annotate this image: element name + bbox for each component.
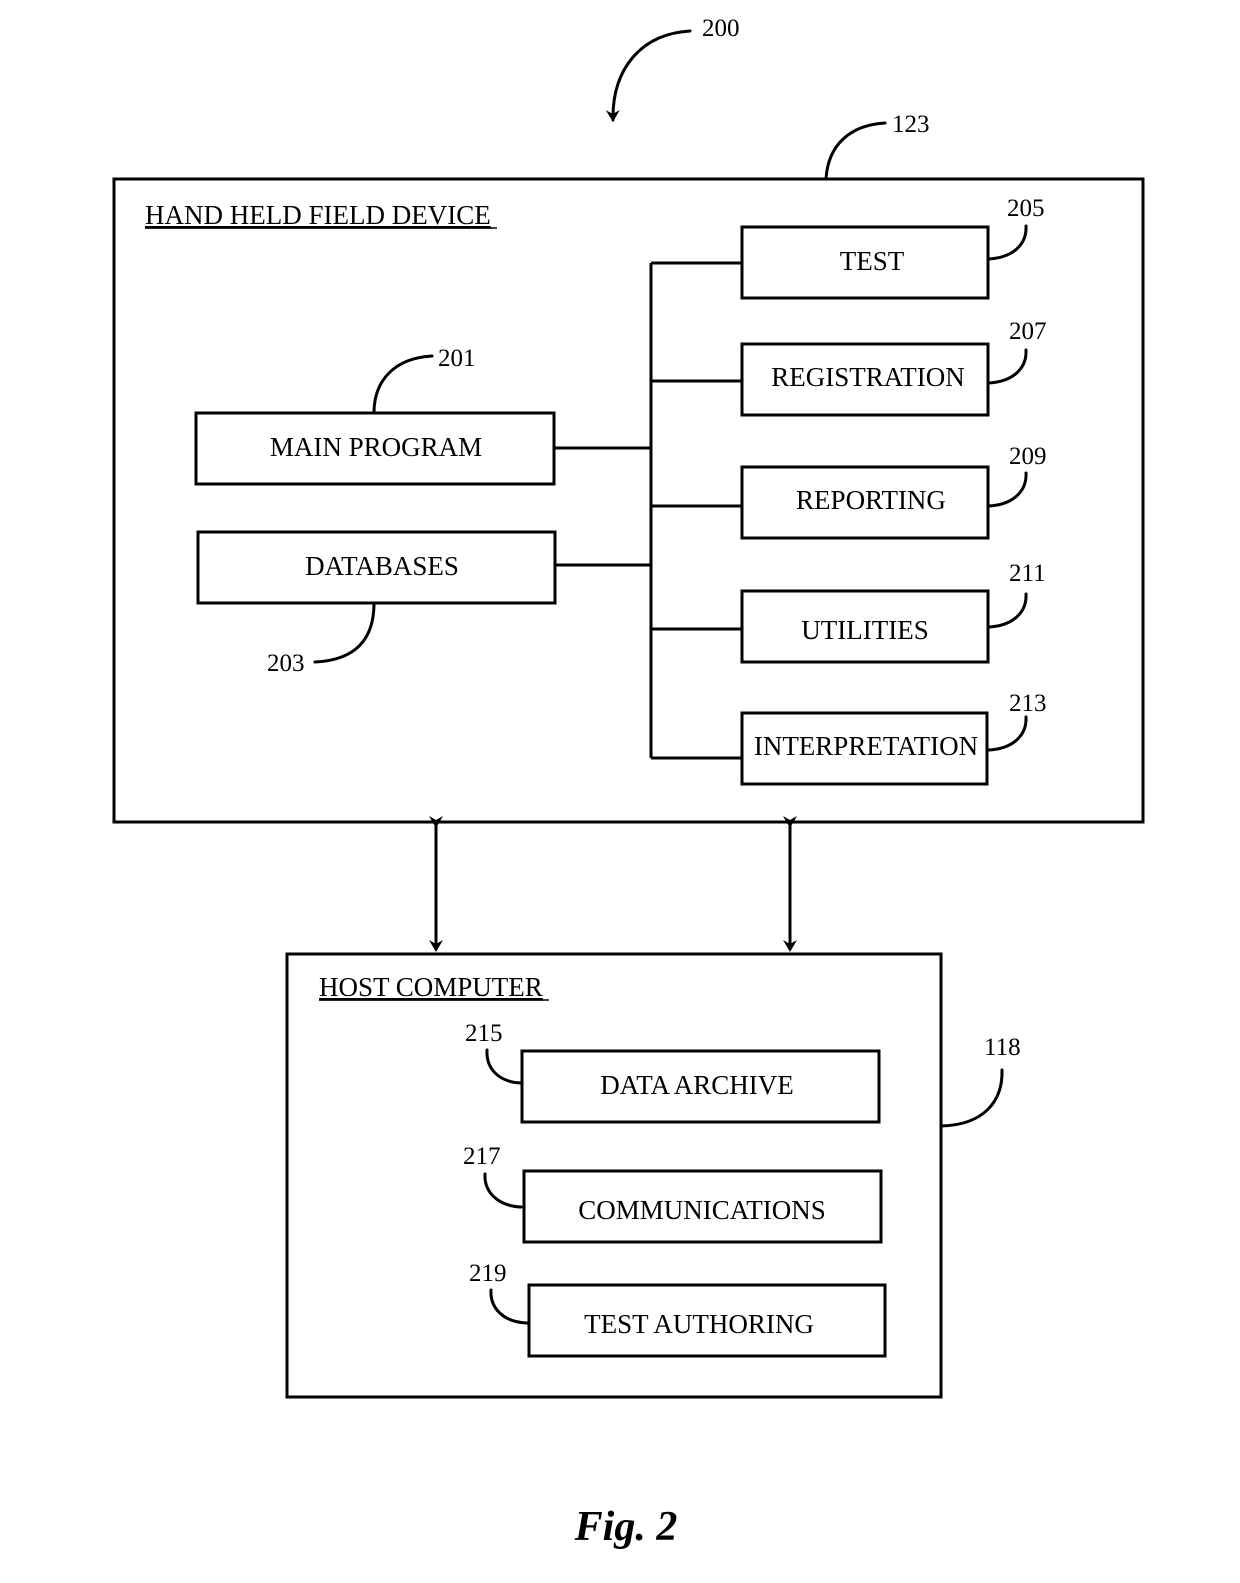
databases-leader — [313, 601, 376, 664]
module-bus — [554, 261, 742, 760]
data-archive-ref: 215 — [465, 1020, 503, 1047]
test-leader — [986, 224, 1028, 261]
module-main-program: MAIN PROGRAM 201 — [194, 345, 556, 486]
figure-ref-200: 200 — [605, 15, 740, 122]
interpretation-ref: 213 — [1009, 690, 1047, 717]
communications-ref: 217 — [463, 1143, 501, 1170]
interpretation-label: INTERPRETATION — [754, 731, 978, 761]
interpretation-leader — [986, 715, 1028, 752]
host-title: HOST COMPUTER — [319, 972, 543, 1002]
utilities-label: UTILITIES — [801, 615, 928, 645]
module-databases: DATABASES 203 — [196, 530, 557, 677]
databases-label: DATABASES — [305, 551, 459, 581]
device-ref-number: 123 — [892, 111, 930, 138]
hand-held-field-device: 123 HAND HELD FIELD DEVICE MAIN PROGRAM … — [112, 111, 1145, 824]
device-title: HAND HELD FIELD DEVICE — [145, 200, 491, 230]
registration-leader — [986, 348, 1028, 385]
data-archive-leader — [485, 1048, 523, 1085]
figure-ref-number: 200 — [702, 15, 740, 42]
registration-ref: 207 — [1009, 318, 1047, 345]
communications-label: COMMUNICATIONS — [578, 1195, 826, 1225]
utilities-leader — [986, 592, 1028, 629]
reporting-ref: 209 — [1009, 443, 1047, 470]
module-interpretation: INTERPRETATION 213 — [740, 690, 1047, 786]
module-test-authoring: TEST AUTHORING 219 — [469, 1260, 887, 1358]
module-registration: REGISTRATION 207 — [740, 318, 1047, 417]
module-utilities: UTILITIES 211 — [740, 560, 1046, 664]
device-host-links — [429, 816, 797, 952]
test-ref: 205 — [1007, 195, 1045, 222]
main-program-label: MAIN PROGRAM — [270, 432, 482, 462]
module-reporting: REPORTING 209 — [740, 443, 1047, 540]
reporting-label: REPORTING — [796, 485, 946, 515]
module-test: TEST 205 — [740, 195, 1045, 300]
test-label: TEST — [840, 246, 905, 276]
module-data-archive: DATA ARCHIVE 215 — [465, 1020, 881, 1124]
communications-leader — [483, 1172, 523, 1209]
utilities-ref: 211 — [1009, 560, 1046, 587]
host-computer: 118 HOST COMPUTER DATA ARCHIVE 215 COMMU… — [285, 952, 1021, 1399]
data-archive-label: DATA ARCHIVE — [600, 1070, 794, 1100]
main-program-leader — [372, 354, 434, 415]
test-authoring-label: TEST AUTHORING — [584, 1309, 814, 1339]
host-ref-number: 118 — [984, 1034, 1021, 1061]
test-authoring-ref: 219 — [469, 1260, 507, 1287]
module-communications: COMMUNICATIONS 217 — [463, 1143, 883, 1244]
patent-diagram: 200 123 HAND HELD FIELD DEVICE MAIN PROG… — [112, 15, 1145, 1550]
figure-ref-arrow — [605, 29, 692, 122]
databases-ref: 203 — [267, 650, 305, 677]
device-ref-leader — [824, 121, 887, 181]
registration-label: REGISTRATION — [771, 362, 965, 392]
test-authoring-leader — [489, 1288, 529, 1325]
figure-caption: Fig. 2 — [574, 1504, 678, 1550]
host-ref-leader — [939, 1068, 1004, 1128]
main-program-ref: 201 — [438, 345, 476, 372]
reporting-leader — [986, 471, 1028, 508]
